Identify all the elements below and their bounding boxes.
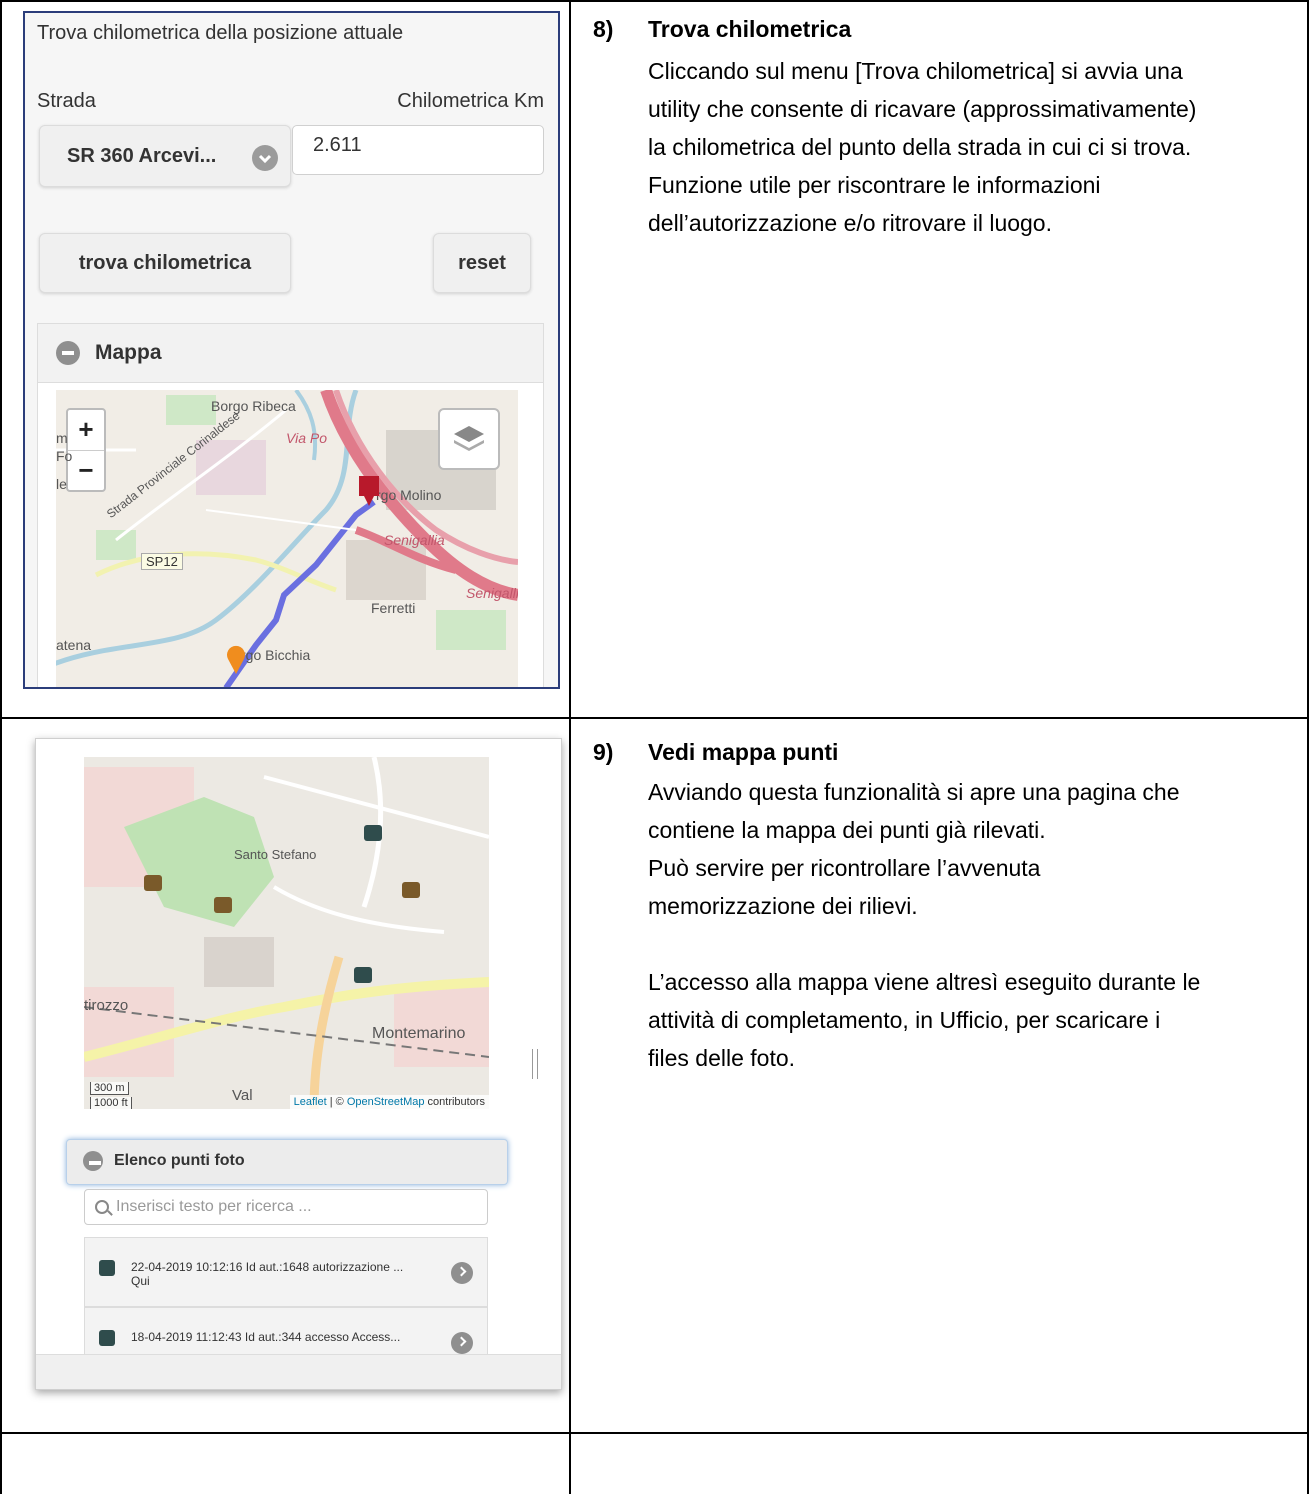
section-9-line: Può servire per ricontrollare l’avvenuta [648,855,1041,881]
position-marker-icon[interactable] [226,645,246,675]
map-label: Val [232,1087,253,1104]
castle-marker-icon[interactable] [144,875,162,891]
chilometrica-label: Chilometrica Km [397,90,544,112]
zoom-out-button[interactable]: − [68,451,104,491]
section-8-line: dell’autorizzazione e/o ritrovare il luo… [648,210,1052,236]
section-9-line: L’accesso alla mappa viene altresì esegu… [648,969,1201,995]
map-label: Senigallia [384,532,445,548]
list-item-text: 22-04-2019 10:12:16 Id aut.:1648 autoriz… [131,1260,403,1288]
section-9-line: attività di completamento, in Ufficio, p… [648,1007,1161,1033]
table-border-row1 [0,717,1309,719]
mappa-panel-title: Mappa [95,341,162,364]
chilometrica-input[interactable]: 2.611 [292,125,544,175]
leaflet-link[interactable]: Leaflet [294,1096,327,1108]
castle-marker-icon[interactable] [214,897,232,913]
list-item-line2: Qui [131,1274,150,1288]
list-item[interactable]: 22-04-2019 10:12:16 Id aut.:1648 autoriz… [84,1237,488,1307]
mappa-panel: Mappa + − m Fo le Borgo Ribeca Via Po St… [37,323,544,687]
section-8-line: Cliccando sul menu [Trova chilometrica] … [648,58,1183,84]
map-label: Ferretti [371,600,416,616]
camera-marker-icon[interactable] [364,825,382,841]
document-table: 8) Trova chilometrica Cliccando sul menu… [0,0,1309,1494]
chevron-right-icon[interactable] [451,1332,473,1354]
reset-button[interactable]: reset [433,233,531,293]
attribution-separator: | © [326,1096,347,1108]
collapse-icon[interactable] [83,1151,103,1171]
table-border-left [0,0,2,1494]
map-label: atena [56,637,92,653]
map-label: Fo [56,448,73,464]
map-label: m [56,430,68,446]
road-select[interactable]: SR 360 Arcevi... [39,125,291,187]
resize-bar[interactable] [36,1354,561,1389]
map-label: Borgo Ribeca [211,398,296,414]
strada-label: Strada [37,90,96,112]
camera-icon [99,1330,115,1346]
list-item-line1: 18-04-2019 11:12:43 Id aut.:344 accesso … [131,1330,401,1344]
section-9-line: Avviando questa funzionalità si apre una… [648,779,1180,805]
map-attribution: Leaflet | © OpenStreetMap contributors [289,1095,489,1109]
section-8-line: utility che consente di ricavare (appros… [648,96,1197,122]
section-9-line: memorizzazione dei rilievi. [648,893,918,919]
vedi-mappa-punti-screenshot: Santo Stefano Montemarino tirozzo Val 30… [35,738,562,1390]
map-label: Santo Stefano [234,847,317,862]
section-8-number: 8) [593,16,614,42]
search-input[interactable]: Inserisci testo per ricerca ... [84,1189,488,1225]
section-9-line: files delle foto. [648,1045,796,1071]
camera-marker-icon[interactable] [354,967,372,983]
section-8-line: la chilometrica del punto della strada i… [648,134,1192,160]
road-select-value: SR 360 Arcevi... [67,144,217,167]
attribution-tail: contributors [424,1096,485,1108]
table-border-row2 [0,1432,1309,1434]
scrollbar-handle[interactable] [532,1049,538,1079]
section-9-text: 9) Vedi mappa punti Avviando questa funz… [593,735,1303,1115]
section-9-title: Vedi mappa punti [648,739,839,765]
camera-icon [99,1260,115,1276]
search-icon [95,1200,109,1214]
section-8-text: 8) Trova chilometrica Cliccando sul menu… [593,12,1303,272]
map-view[interactable]: + − m Fo le Borgo Ribeca Via Po Strada P… [56,390,518,687]
screen-heading: Trova chilometrica della posizione attua… [37,22,404,44]
road-shield: SP12 [141,553,183,570]
map-tiles [84,757,489,1109]
chevron-down-icon [252,145,278,171]
elenco-punti-title: Elenco punti foto [114,1152,245,1169]
section-8-line: Funzione utile per riscontrare le inform… [648,172,1101,198]
section-8-title: Trova chilometrica [648,16,852,42]
section-9-line: contiene la mappa dei punti già rilevati… [648,817,1046,843]
trova-chilometrica-screenshot: Trova chilometrica della posizione attua… [23,11,560,689]
map-label: Montemarino [372,1025,466,1042]
chevron-right-icon[interactable] [451,1262,473,1284]
trova-chilometrica-button[interactable]: trova chilometrica [39,233,291,293]
table-border-middle [569,0,571,1494]
mappa-panel-header[interactable]: Mappa [38,324,543,383]
section-9-number: 9) [593,739,614,765]
map-label: rgo Molino [376,487,442,503]
map-view[interactable]: Santo Stefano Montemarino tirozzo Val 30… [84,757,489,1109]
list-item-text: 18-04-2019 11:12:43 Id aut.:344 accesso … [131,1330,400,1344]
collapse-icon[interactable] [56,341,80,365]
scale-meters: 300 m [90,1082,129,1095]
map-label: tirozzo [84,997,129,1014]
search-placeholder: Inserisci testo per ricerca ... [116,1198,312,1215]
map-label: le [56,476,67,492]
zoom-in-button[interactable]: + [68,410,104,451]
osm-link[interactable]: OpenStreetMap [347,1096,425,1108]
scale-feet: 1000 ft [90,1097,132,1109]
map-label: rgo Bicchia [241,647,311,663]
layers-icon[interactable] [438,408,500,470]
destination-marker-icon[interactable] [358,475,380,509]
map-label: Senigalli [466,585,518,601]
map-label: Via Po [286,430,327,446]
list-item-line1: 22-04-2019 10:12:16 Id aut.:1648 autoriz… [131,1260,404,1274]
castle-marker-icon[interactable] [402,882,420,898]
table-border-top [0,0,1309,2]
elenco-punti-panel-header[interactable]: Elenco punti foto [66,1139,508,1185]
